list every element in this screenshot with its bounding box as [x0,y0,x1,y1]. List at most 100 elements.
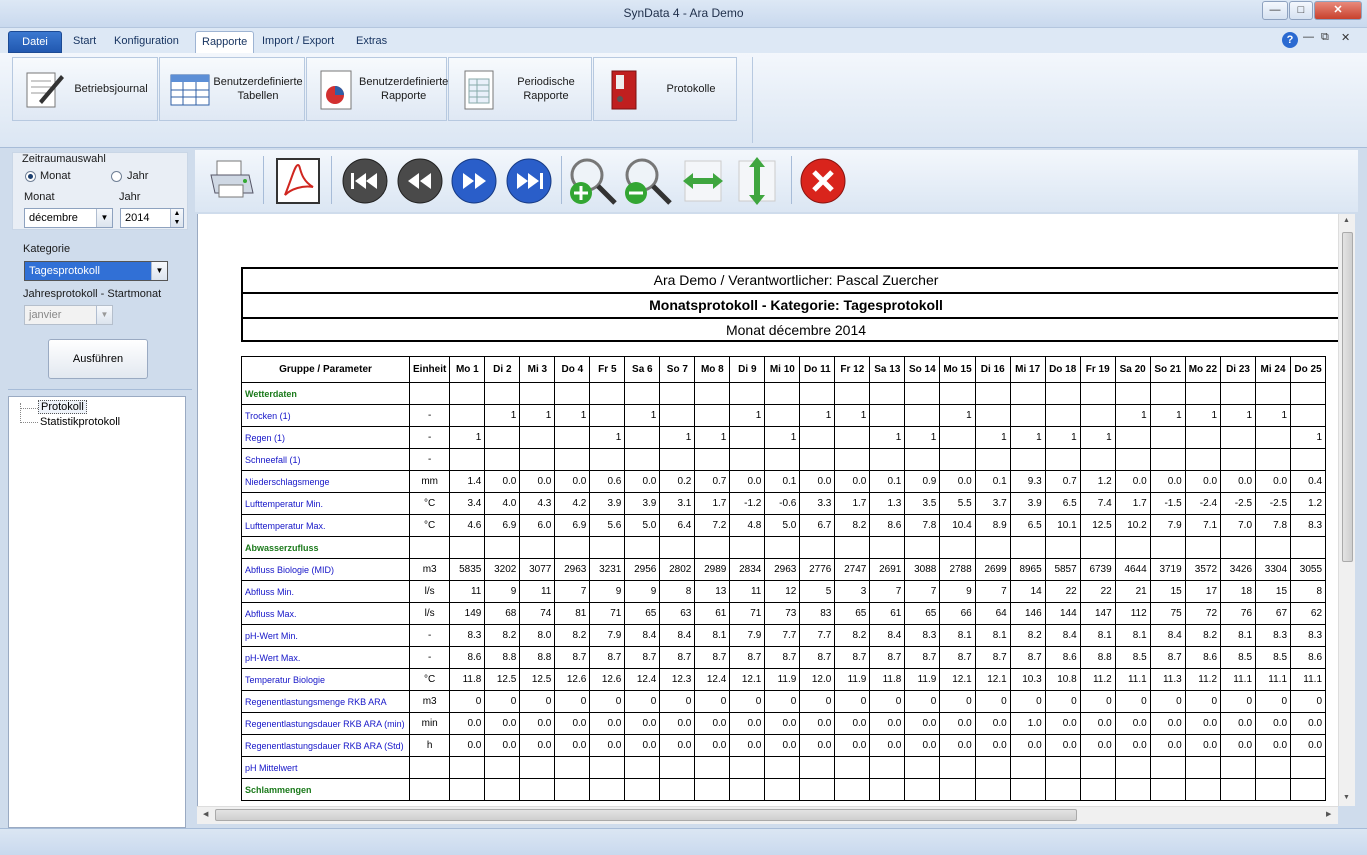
zoom-out-icon[interactable] [622,155,674,207]
parameter-name[interactable]: Regenentlastungsdauer RKB ARA (min) [241,712,410,735]
value-cell: 0.1 [869,470,906,493]
next-page-icon[interactable] [448,155,500,207]
fit-width-icon[interactable] [677,155,729,207]
empty-cell [1009,382,1046,405]
ribbon-close-icon[interactable]: ✕ [1341,31,1350,44]
value-cell: 8.7 [904,646,941,669]
ribbon-betriebsjournal-button[interactable]: Betriebsjournal [12,57,158,121]
close-window-button[interactable]: ✕ [1314,1,1362,20]
fit-height-icon[interactable] [731,155,783,207]
tab-start[interactable]: Start [67,31,102,53]
ribbon-benutzerdefinierte-tabellen-button[interactable]: Benutzerdefinierte Tabellen [159,57,305,121]
vertical-scroll-thumb[interactable] [1342,232,1353,562]
ribbon-benutzerdefinierte-rapporte-button[interactable]: Benutzerdefinierte Rapporte [306,57,448,121]
empty-cell [1079,382,1116,405]
printer-icon[interactable] [205,155,257,207]
ausfuehren-button[interactable]: Ausführen [48,339,148,379]
year-radio[interactable] [111,171,122,182]
scroll-left-icon[interactable]: ◀ [203,810,208,818]
parameter-name[interactable]: Schneefall (1) [241,448,410,471]
horizontal-scrollbar[interactable]: ◀ ▶ [197,806,1338,824]
tab-konfiguration[interactable]: Konfiguration [108,31,185,53]
parameter-name[interactable]: Lufttemperatur Min. [241,492,410,515]
scroll-up-icon[interactable]: ▲ [1343,217,1350,224]
value-cell: 21 [1114,580,1151,603]
ribbon-restore-icon[interactable]: ⧉ [1321,31,1329,44]
toolbar-divider [331,156,332,204]
parameter-name[interactable]: Abfluss Min. [241,580,410,603]
parameter-name[interactable]: Niederschlagsmenge [241,470,410,493]
value-cell: 7 [554,580,591,603]
empty-cell [659,778,696,801]
value-cell: 9.3 [1009,470,1046,493]
toolbar-divider [791,156,792,204]
year-spinner-value: 2014 [125,212,150,224]
value-cell: 1 [554,404,591,427]
value-cell: 1 [1184,404,1222,427]
scroll-down-icon[interactable]: ▼ [1343,794,1350,801]
value-cell: 11.9 [904,668,941,691]
value-cell [694,448,731,471]
ribbon-minimize-icon[interactable]: — [1303,31,1314,43]
table-row: Schneefall (1) - [241,448,1327,471]
parameter-name[interactable]: pH Mittelwert [241,756,410,779]
tree-item-protokoll[interactable]: Protokoll [38,400,87,414]
zoom-in-icon[interactable] [567,155,619,207]
parameter-name[interactable]: Abfluss Biologie (MID) [241,558,410,581]
month-select[interactable]: décembre ▼ [24,208,113,228]
parameter-name[interactable]: Regen (1) [241,426,410,449]
value-cell: 1 [974,426,1011,449]
value-cell [1220,756,1257,779]
value-cell [449,404,486,427]
help-icon[interactable]: ? [1282,32,1298,48]
value-cell: 8.1 [1079,624,1116,647]
empty-cell [484,778,521,801]
start-month-select[interactable]: janvier ▼ [24,305,113,325]
maximize-button[interactable]: □ [1289,1,1313,20]
ribbon-periodische-rapporte-button[interactable]: Periodische Rapporte [448,57,592,121]
horizontal-scroll-thumb[interactable] [215,809,1077,821]
parameter-name[interactable]: Abfluss Max. [241,602,410,625]
value-cell [554,426,591,449]
previous-page-icon[interactable] [394,155,446,207]
parameter-name[interactable]: Regenentlastungsdauer RKB ARA (Std) [241,734,410,757]
value-cell [729,448,766,471]
vertical-scrollbar[interactable]: ▲ ▼ [1338,214,1355,806]
report-viewer[interactable]: Ara Demo / Verantwortlicher: Pascal Zuer… [197,214,1338,806]
category-select[interactable]: Tagesprotokoll ▼ [24,261,168,281]
parameter-name[interactable]: Temperatur Biologie [241,668,410,691]
empty-cell [484,536,521,559]
first-page-icon[interactable] [339,155,391,207]
parameter-name[interactable]: Regenentlastungsmenge RKB ARA [241,690,410,713]
minimize-button[interactable]: — [1262,1,1288,20]
parameter-name[interactable]: pH-Wert Min. [241,624,410,647]
value-cell: 0 [869,690,906,713]
value-cell: 0.0 [939,470,976,493]
last-page-icon[interactable] [503,155,555,207]
pdf-icon[interactable] [273,155,325,207]
tab-extras[interactable]: Extras [350,31,393,53]
close-icon[interactable] [797,155,849,207]
value-cell: 8.8 [484,646,521,669]
value-cell: 12.3 [659,668,696,691]
tab-rapporte[interactable]: Rapporte [195,31,255,53]
parameter-name[interactable]: pH-Wert Max. [241,646,410,669]
value-cell: 1 [939,404,976,427]
parameter-name[interactable]: Lufttemperatur Max. [241,514,410,537]
tab-import-export[interactable]: Import / Export [256,31,340,53]
parameter-name[interactable]: Trocken (1) [241,404,410,427]
value-cell: 2956 [624,558,661,581]
value-cell: 0.0 [519,470,556,493]
month-radio[interactable] [25,171,36,182]
tree-item-statistikprotokoll[interactable]: Statistikprotokoll [40,416,120,428]
value-cell: 8.4 [659,624,696,647]
empty-cell [834,536,871,559]
ribbon-protokolle-button[interactable]: Protokolle [593,57,737,121]
tab-datei[interactable]: Datei [8,31,62,53]
scroll-right-icon[interactable]: ▶ [1326,810,1331,818]
value-cell: 7.9 [589,624,626,647]
value-cell: 8.1 [694,624,731,647]
column-header-day: Mo 8 [694,356,731,383]
value-cell: 0.0 [1255,734,1292,757]
year-spinner[interactable]: 2014 ▲ ▼ [120,208,184,228]
